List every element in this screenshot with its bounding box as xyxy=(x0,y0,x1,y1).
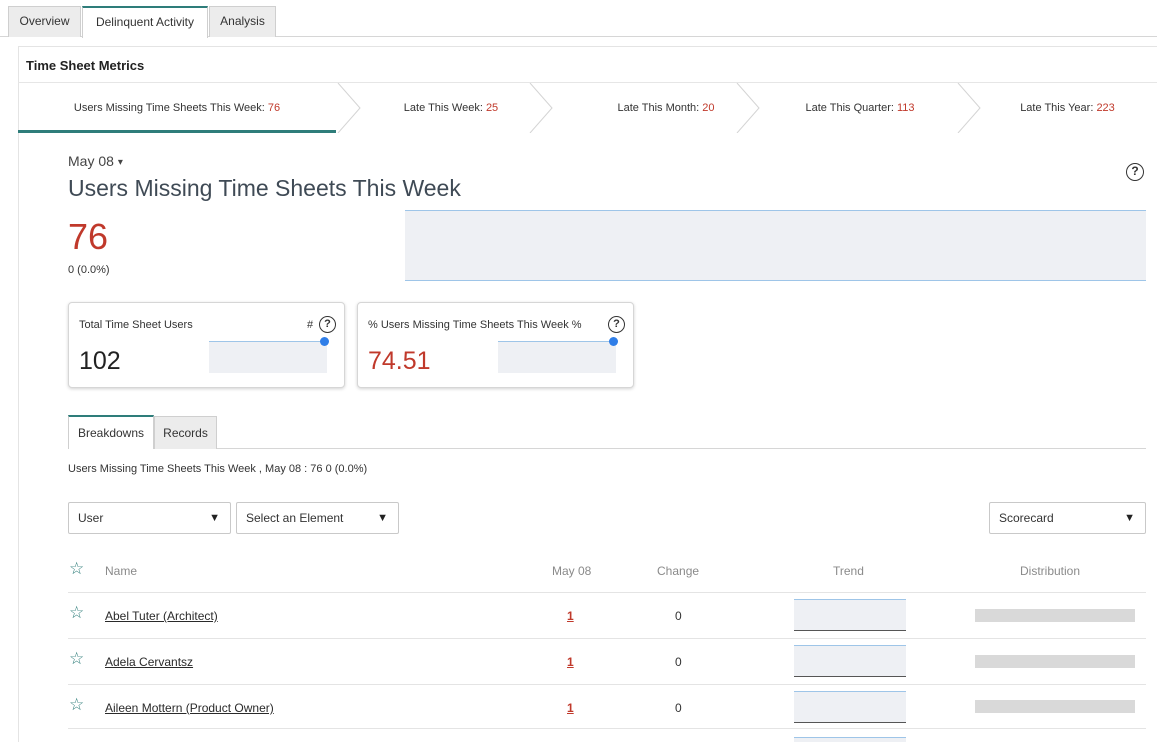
page-title: Users Missing Time Sheets This Week xyxy=(68,175,461,201)
row-change: 0 xyxy=(675,655,682,669)
row-distribution-bar xyxy=(975,655,1135,668)
step-chevron-icon xyxy=(337,83,361,133)
row-distribution-bar xyxy=(975,609,1135,622)
column-header-name[interactable]: Name xyxy=(105,564,137,578)
metric-value: 25 xyxy=(485,102,499,114)
row-trend-sparkline xyxy=(794,737,906,742)
help-icon[interactable]: ? xyxy=(1126,163,1144,181)
element-select[interactable]: Select an Element ▼ xyxy=(236,502,399,534)
card-value: 102 xyxy=(79,347,121,375)
column-header-change[interactable]: Change xyxy=(657,564,699,578)
view-select[interactable]: Scorecard ▼ xyxy=(989,502,1146,534)
column-header-trend: Trend xyxy=(833,564,864,578)
tab-overview[interactable]: Overview xyxy=(8,6,81,37)
row-divider xyxy=(68,638,1146,639)
card-label: Total Time Sheet Users xyxy=(79,319,193,331)
sparkline-dot-icon xyxy=(320,337,329,346)
star-icon[interactable]: ☆ xyxy=(69,603,84,623)
help-icon[interactable]: ? xyxy=(319,316,336,333)
row-change: 0 xyxy=(675,701,682,715)
select-value: Select an Element xyxy=(246,511,344,525)
row-change: 0 xyxy=(675,609,682,623)
row-name-link[interactable]: Aileen Mottern (Product Owner) xyxy=(105,701,274,715)
row-value-link[interactable]: 1 xyxy=(567,655,574,669)
score-value: 76 xyxy=(68,216,109,257)
dropdown-arrow-icon: ▼ xyxy=(1124,512,1135,524)
dropdown-arrow-icon: ▼ xyxy=(209,512,220,524)
card-total-users[interactable]: Total Time Sheet Users # ? 102 xyxy=(68,302,345,388)
metric-step-bar: Users Missing Time Sheets This Week: 76 … xyxy=(18,82,1157,133)
row-trend-sparkline xyxy=(794,599,906,631)
row-divider xyxy=(68,684,1146,685)
metric-value: 113 xyxy=(896,102,915,114)
metric-value: 223 xyxy=(1096,102,1115,114)
metric-value: 76 xyxy=(267,102,281,114)
date-selector[interactable]: May 08 ▾ xyxy=(68,153,123,169)
star-all-icon[interactable]: ☆ xyxy=(69,559,84,579)
metric-value: 20 xyxy=(702,102,715,114)
metric-users-missing[interactable]: Users Missing Time Sheets This Week: 76 xyxy=(18,83,336,133)
help-icon[interactable]: ? xyxy=(608,316,625,333)
row-distribution-bar xyxy=(975,700,1135,713)
tab-breakdowns[interactable]: Breakdowns xyxy=(68,415,154,449)
metric-label: Late This Month: xyxy=(617,102,703,114)
card-value: 74.51 xyxy=(368,347,431,375)
row-value-link[interactable]: 1 xyxy=(567,609,574,623)
metric-label: Late This Quarter: xyxy=(805,102,897,114)
breakdown-summary: Users Missing Time Sheets This Week , Ma… xyxy=(68,463,368,475)
select-value: User xyxy=(78,511,104,525)
dropdown-arrow-icon: ▼ xyxy=(377,512,388,524)
date-label: May 08 xyxy=(68,153,114,169)
column-header-distribution: Distribution xyxy=(1020,564,1081,578)
metric-late-quarter[interactable]: Late This Quarter: 113 xyxy=(755,83,965,133)
row-trend-sparkline xyxy=(794,691,906,723)
row-trend-sparkline xyxy=(794,645,906,677)
row-divider xyxy=(68,728,1146,729)
step-chevron-icon xyxy=(529,83,553,133)
panel-title: Time Sheet Metrics xyxy=(26,58,145,73)
select-value: Scorecard xyxy=(999,511,1054,525)
caret-down-icon: ▾ xyxy=(117,156,123,168)
step-chevron-icon xyxy=(736,83,760,133)
metric-label: Users Missing Time Sheets This Week: xyxy=(73,102,268,114)
tab-delinquent-activity[interactable]: Delinquent Activity xyxy=(82,6,208,38)
tab-records[interactable]: Records xyxy=(154,416,217,449)
row-name-link[interactable]: Adela Cervantsz xyxy=(105,655,193,669)
card-unit: # xyxy=(307,319,314,331)
sparkline-dot-icon xyxy=(609,337,618,346)
row-name-link[interactable]: Abel Tuter (Architect) xyxy=(105,609,218,623)
metric-late-year[interactable]: Late This Year: 223 xyxy=(978,83,1157,133)
score-change: 0 (0.0%) xyxy=(68,264,110,276)
top-tab-bar: Overview Delinquent Activity Analysis xyxy=(0,0,1157,38)
step-chevron-icon xyxy=(957,83,981,133)
row-divider xyxy=(68,592,1146,593)
card-sparkline xyxy=(498,341,616,373)
star-icon[interactable]: ☆ xyxy=(69,649,84,669)
card-sparkline xyxy=(209,341,327,373)
card-percent-missing[interactable]: % Users Missing Time Sheets This Week % … xyxy=(357,302,634,388)
breakdown-tab-bar: Breakdowns Records xyxy=(68,415,1146,449)
tab-analysis[interactable]: Analysis xyxy=(209,6,276,37)
column-header-date[interactable]: May 08 xyxy=(552,564,591,578)
metric-label: Late This Week: xyxy=(403,102,486,114)
row-value-link[interactable]: 1 xyxy=(567,701,574,715)
breakdown-select[interactable]: User ▼ xyxy=(68,502,231,534)
star-icon[interactable]: ☆ xyxy=(69,695,84,715)
metric-label: Late This Year: xyxy=(1020,102,1097,114)
card-label: % Users Missing Time Sheets This Week % xyxy=(368,319,582,331)
sparkline-chart xyxy=(405,210,1146,281)
metric-late-week[interactable]: Late This Week: 25 xyxy=(356,83,546,133)
